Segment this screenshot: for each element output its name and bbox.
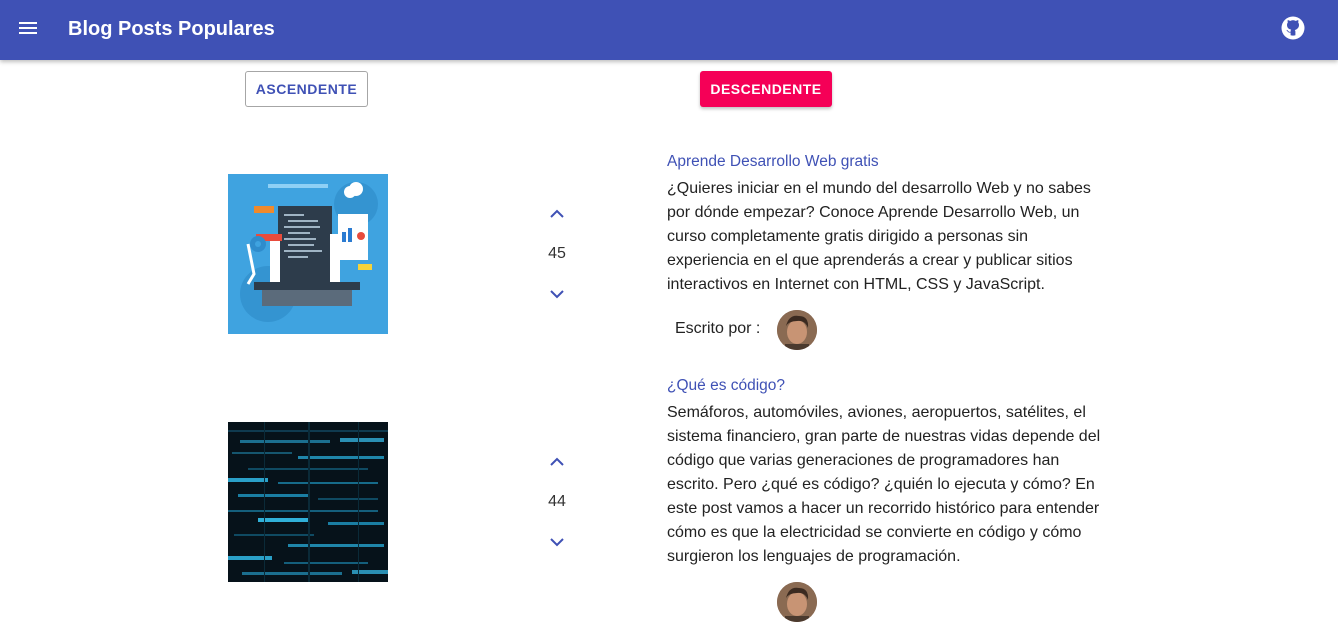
author-label: Escrito por :: [675, 320, 761, 337]
app-title: Blog Posts Populares: [68, 18, 275, 40]
github-icon: [1281, 16, 1305, 40]
downvote-button[interactable]: [535, 528, 579, 556]
post-description: Semáforos, automóviles, aviones, aeropue…: [667, 404, 1101, 565]
post-title-link[interactable]: Aprende Desarrollo Web gratis: [667, 152, 879, 172]
vote-count: 45: [548, 245, 566, 262]
author-avatar[interactable]: [777, 582, 817, 622]
vote-count: 44: [548, 493, 566, 510]
app-bar: Blog Posts Populares: [0, 0, 1338, 60]
post-thumbnail-code: [228, 422, 388, 582]
sort-descending-button[interactable]: DESCENDENTE: [700, 71, 832, 107]
upvote-button[interactable]: [535, 448, 579, 476]
post-description: ¿Quieres iniciar en el mundo del desarro…: [667, 180, 1091, 293]
post-vote-group: 45: [535, 200, 579, 308]
upvote-button[interactable]: [535, 200, 579, 228]
menu-icon: [19, 22, 37, 34]
chevron-down-icon: [550, 538, 564, 547]
post-thumbnail-web-dev: [228, 174, 388, 334]
downvote-button[interactable]: [535, 280, 579, 308]
post-vote-group: 44: [535, 448, 579, 556]
sort-ascending-button[interactable]: ASCENDENTE: [245, 71, 368, 107]
chevron-up-icon: [550, 209, 564, 218]
chevron-down-icon: [550, 290, 564, 299]
chevron-up-icon: [550, 457, 564, 466]
github-link-button[interactable]: [1279, 14, 1307, 42]
menu-button[interactable]: [14, 14, 42, 42]
post-title-link[interactable]: ¿Qué es código?: [667, 376, 785, 396]
author-avatar[interactable]: [777, 310, 817, 350]
